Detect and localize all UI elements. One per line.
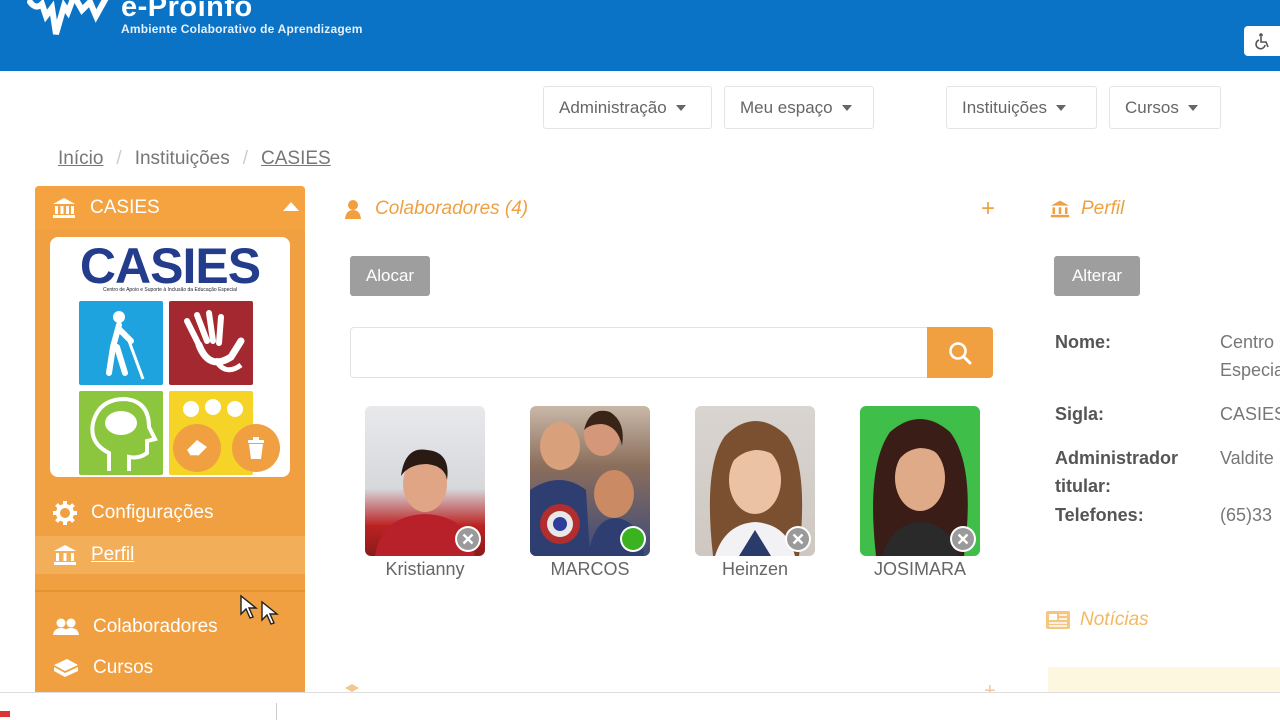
collaborators-heading-label: Colaboradores (4) <box>375 198 529 219</box>
profile-name-value-line2: Especia <box>1220 360 1280 380</box>
sidebar-item-perfil[interactable]: Perfil <box>53 538 134 572</box>
breadcrumb-institutions[interactable]: Instituições <box>135 148 230 170</box>
sidebar-header[interactable]: CASIES <box>35 186 305 230</box>
profile-name-value-line1: Centro <box>1220 332 1275 352</box>
sidebar-item-label: Configurações <box>91 502 214 523</box>
sign-language-tile <box>169 301 253 385</box>
sidebar-item-cursos[interactable]: Cursos <box>53 651 153 685</box>
breadcrumb: Início / Instituições / CASIES <box>58 148 331 170</box>
delete-image-button[interactable] <box>232 424 280 472</box>
mouse-cursor-icon <box>261 600 279 625</box>
gear-icon <box>53 501 77 525</box>
book-icon <box>54 659 78 677</box>
trash-icon <box>248 437 264 459</box>
nav-my-space-label: Meu espaço <box>740 97 833 117</box>
profile-admin-label: Administrador titular: <box>1055 448 1179 496</box>
collaborator-name[interactable]: Kristianny <box>335 559 515 580</box>
user-icon <box>345 200 361 219</box>
nav-my-space-dropdown[interactable]: Meu espaço <box>724 86 874 129</box>
sidebar-item-label: Perfil <box>91 544 135 565</box>
logo-icon[interactable] <box>26 0 110 38</box>
online-status-badge <box>620 526 646 552</box>
sidebar: CASIES CASIES Centro de Apoio e Suporte … <box>35 186 305 706</box>
caret-down-icon <box>1187 104 1198 111</box>
users-icon <box>53 618 79 635</box>
sidebar-item-label: Cursos <box>93 657 154 678</box>
close-circle-icon <box>952 528 974 550</box>
online-dot-icon <box>622 528 644 550</box>
cognitive-tile <box>79 391 163 475</box>
edit-image-button[interactable] <box>173 424 221 472</box>
sidebar-title: CASIES <box>90 197 160 218</box>
brand-subtitle: Ambiente Colaborativo de Aprendizagem <box>121 22 363 36</box>
profile-acronym-value: CASIES <box>1220 404 1280 424</box>
bank-icon <box>1050 200 1070 218</box>
caret-down-icon <box>1056 104 1067 111</box>
news-heading-label: Notícias <box>1080 609 1149 630</box>
collaborator-name[interactable]: JOSIMARA <box>830 559 1010 580</box>
close-circle-icon <box>787 528 809 550</box>
institution-icon <box>53 198 75 218</box>
nav-courses-label: Cursos <box>1125 97 1179 117</box>
sidebar-item-colaboradores[interactable]: Colaboradores <box>53 610 218 644</box>
profile-phone-value: (65)33 <box>1220 505 1273 525</box>
logo-subtitle: Centro de Apoio e Suporte à Inclusão da … <box>103 287 237 293</box>
breadcrumb-casies-link[interactable]: CASIES <box>261 148 331 170</box>
collaborator-name[interactable]: Heinzen <box>665 559 845 580</box>
nav-institutions-label: Instituições <box>962 97 1048 117</box>
bank-icon <box>54 545 76 565</box>
blind-person-icon <box>106 311 145 380</box>
allocate-button[interactable]: Alocar <box>350 256 430 296</box>
divider <box>276 703 277 720</box>
profile-admin-value: Valdite <box>1220 448 1274 468</box>
profile-acronym-label: Sigla: <box>1055 404 1105 424</box>
sidebar-item-label: Colaboradores <box>93 616 218 637</box>
profile-name-label: Nome: <box>1055 332 1112 352</box>
nav-admin-label: Administração <box>559 97 667 117</box>
search-button[interactable] <box>927 327 993 378</box>
profile-phone-label: Telefones: <box>1055 505 1144 525</box>
sidebar-divider <box>35 590 305 592</box>
collaborator-name[interactable]: MARCOS <box>500 559 680 580</box>
wheelchair-icon <box>1255 33 1269 50</box>
eraser-icon <box>187 440 207 457</box>
caret-down-icon <box>675 104 686 111</box>
collaborator-search-input[interactable] <box>351 328 921 376</box>
search-icon <box>949 341 972 364</box>
add-collaborator-plus-icon[interactable]: + <box>981 195 995 223</box>
nav-admin-dropdown[interactable]: Administração <box>543 86 712 129</box>
accessibility-button[interactable] <box>1244 26 1280 56</box>
collaborators-heading: Colaboradores (4) <box>345 198 528 220</box>
edit-profile-button[interactable]: Alterar <box>1054 256 1140 296</box>
remove-collaborator-button[interactable] <box>785 526 811 552</box>
bottom-bar <box>0 692 1280 720</box>
remove-collaborator-button[interactable] <box>455 526 481 552</box>
nav-courses-dropdown[interactable]: Cursos <box>1109 86 1221 129</box>
breadcrumb-separator: / <box>242 148 249 169</box>
top-bar: e-Proinfo Ambiente Colaborativo de Apren… <box>0 0 1280 71</box>
breadcrumb-home-link[interactable]: Início <box>58 148 103 170</box>
brand-title: e-Proinfo <box>121 0 253 23</box>
sign-language-hands-icon <box>184 310 245 373</box>
mouse-cursor-icon <box>240 594 258 619</box>
sidebar-item-configuracoes[interactable]: Configurações <box>53 496 214 530</box>
institution-logo-image: CASIES Centro de Apoio e Suporte à Inclu… <box>50 237 290 477</box>
status-indicator <box>0 711 10 717</box>
nav-institutions-dropdown[interactable]: Instituições <box>946 86 1097 129</box>
close-circle-icon <box>457 528 479 550</box>
profile-heading: Perfil <box>1050 198 1124 220</box>
profile-heading-label: Perfil <box>1081 198 1125 219</box>
head-brain-icon <box>90 396 158 471</box>
newspaper-icon <box>1046 611 1070 629</box>
news-heading: Notícias <box>1046 609 1149 631</box>
collaborator-search <box>350 327 993 378</box>
collapse-up-icon[interactable] <box>283 202 299 211</box>
remove-collaborator-button[interactable] <box>950 526 976 552</box>
caret-down-icon <box>841 104 852 111</box>
blind-person-tile <box>79 301 163 385</box>
breadcrumb-separator: / <box>116 148 122 169</box>
